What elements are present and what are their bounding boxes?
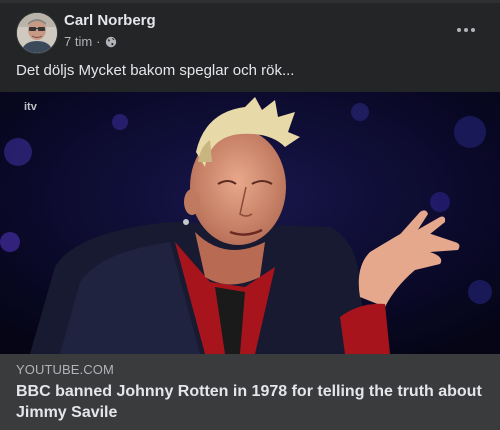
link-title[interactable]: BBC banned Johnny Rotten in 1978 for tel… [16,381,484,423]
more-options-button[interactable] [448,16,484,44]
link-domain: YOUTUBE.COM [16,362,114,377]
itv-watermark: itv [24,101,38,113]
feed-post: Carl Norberg 7 tim · Det döljs Mycket ba… [0,0,500,430]
post-meta: 7 tim · [64,34,117,49]
post-message: Det döljs Mycket bakom speglar och rök..… [16,62,295,79]
author-name[interactable]: Carl Norberg [64,12,156,29]
more-horizontal-icon [457,28,475,32]
post-top-divider [0,0,500,3]
author-avatar[interactable] [16,12,58,54]
link-preview[interactable]: YOUTUBE.COM BBC banned Johnny Rotten in … [0,354,500,430]
avatar-photo [17,13,57,53]
post-header: Carl Norberg 7 tim · [16,12,484,56]
thumbnail-image: itv [0,92,500,354]
video-thumbnail[interactable]: itv [0,92,500,354]
meta-separator: · [96,34,101,49]
globe-icon[interactable] [105,36,117,48]
post-timestamp[interactable]: 7 tim [64,34,92,49]
